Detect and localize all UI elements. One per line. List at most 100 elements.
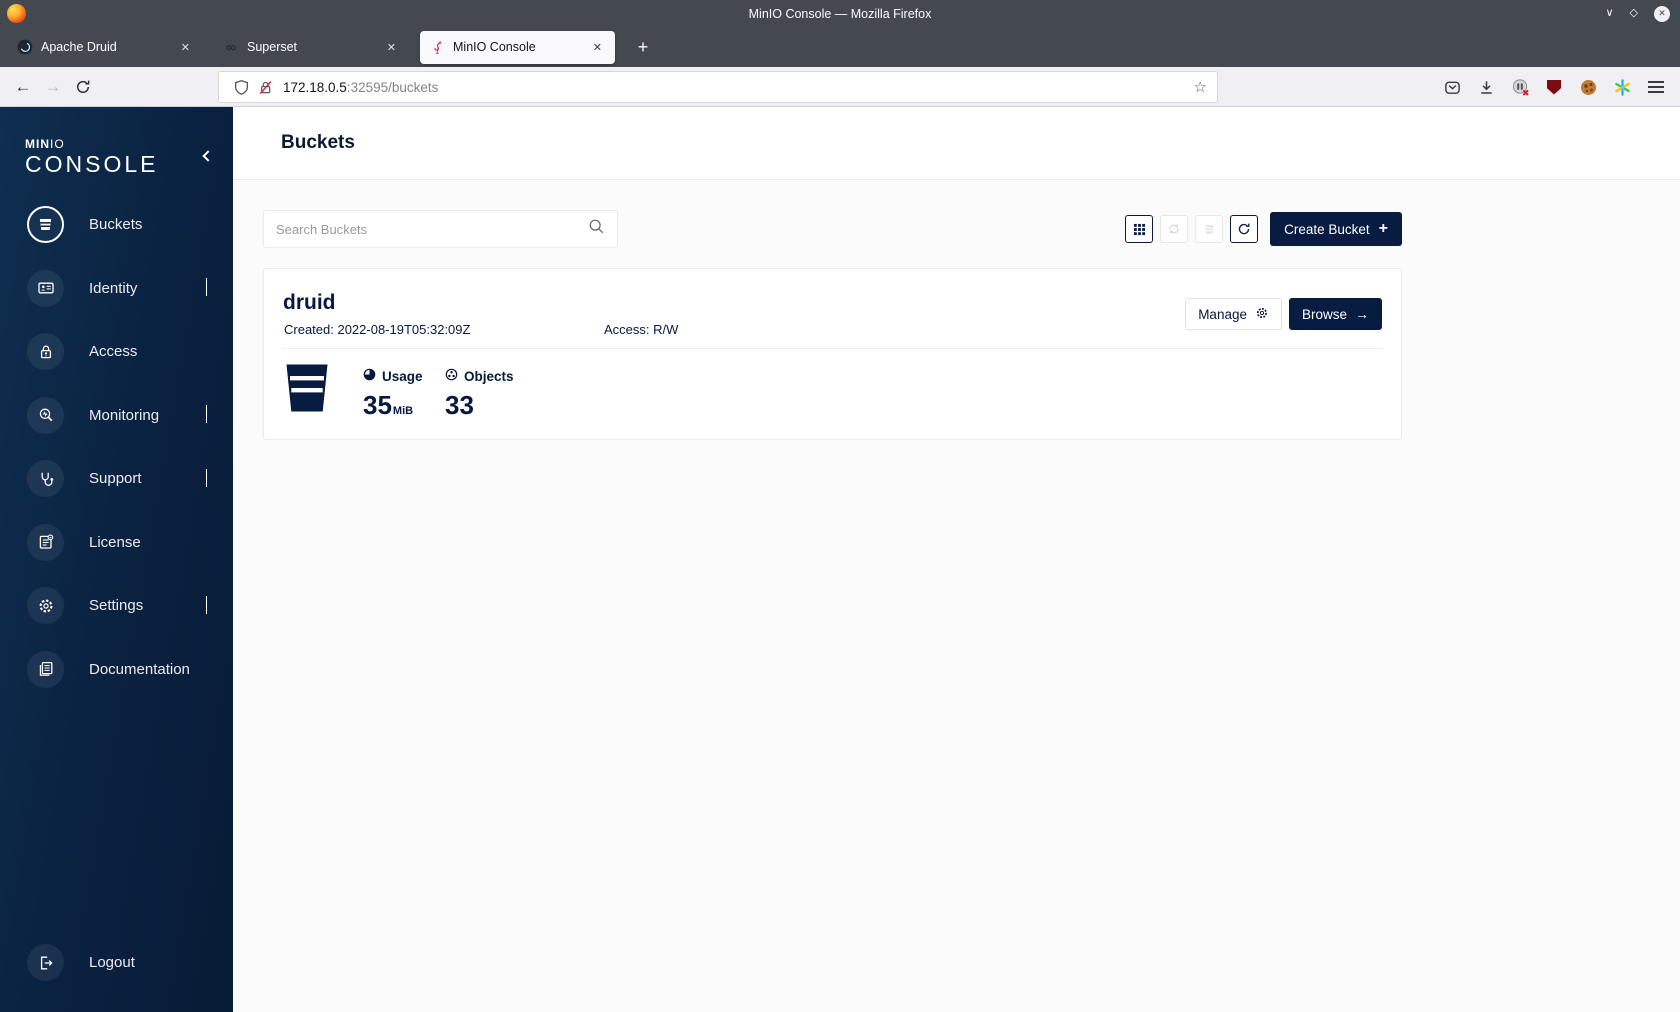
documentation-icon	[27, 650, 64, 688]
sidebar-item-label: Identity	[89, 279, 138, 297]
buckets-actions-row: Create Bucket +	[263, 210, 1402, 248]
sidebar-item-identity[interactable]: Identity	[0, 257, 233, 321]
screen-capture-blocked-icon[interactable]	[1506, 73, 1534, 101]
tab-close-icon[interactable]: ✕	[589, 39, 606, 56]
gear-icon	[27, 587, 64, 625]
tab-close-icon[interactable]: ✕	[177, 39, 194, 56]
sidebar-item-monitoring[interactable]: Monitoring	[0, 384, 233, 448]
bookmark-star-icon[interactable]: ☆	[1194, 78, 1207, 96]
superset-favicon: ∞	[225, 38, 237, 56]
sidebar-item-label: Support	[89, 470, 142, 488]
bucket-card-druid[interactable]: druid Created: 2022-08-19T05:32:09Z Acce…	[263, 268, 1402, 440]
tab-bar: Apache Druid ✕ ∞ Superset ✕ MinIO Consol…	[0, 27, 1680, 67]
card-divider	[282, 348, 1383, 349]
arrow-right-icon: →	[1355, 306, 1369, 322]
bucket-icon	[27, 206, 64, 244]
firefox-window: MinIO Console — Mozilla Firefox ∨ ◇ ✕ Ap…	[0, 0, 1680, 1012]
page-title: Buckets	[281, 132, 355, 153]
chevron-up-icon[interactable]	[206, 468, 207, 488]
cookie-extension-icon[interactable]	[1574, 73, 1602, 101]
bucket-created: Created: 2022-08-19T05:32:09Z	[284, 322, 471, 337]
logout-label: Logout	[89, 954, 135, 971]
bucket-name[interactable]: druid	[283, 291, 336, 315]
tracking-protection-shield-icon[interactable]	[229, 75, 253, 99]
manage-label: Manage	[1198, 306, 1247, 322]
url-path: :32595/buckets	[346, 79, 439, 95]
objects-value: 33	[445, 390, 474, 420]
sidebar-item-access[interactable]: Access	[0, 320, 233, 384]
sidebar-item-buckets[interactable]: Buckets	[0, 193, 233, 257]
usage-metric: Usage 35 MiB	[363, 368, 423, 420]
url-bar[interactable]: 172.18.0.5:32595/buckets ☆	[218, 71, 1218, 103]
window-title: MinIO Console — Mozilla Firefox	[748, 6, 932, 21]
minimize-icon[interactable]: ∨	[1605, 8, 1613, 19]
lock-icon	[27, 333, 64, 371]
firefox-logo-icon	[7, 4, 26, 23]
url-text: 172.18.0.5:32595/buckets	[283, 80, 438, 95]
close-window-icon[interactable]: ✕	[1654, 5, 1670, 22]
sidebar-item-label: Settings	[89, 597, 144, 615]
set-replication-button[interactable]	[1160, 215, 1189, 243]
objects-icon	[445, 368, 458, 384]
maximize-icon[interactable]: ◇	[1630, 8, 1638, 19]
objects-metric: Objects 33	[445, 368, 514, 420]
bucket-large-icon	[284, 363, 330, 418]
logout-icon	[27, 944, 64, 981]
usage-unit: MiB	[392, 405, 414, 417]
minio-sidebar: MINIO CONSOLE Buckets Identity Access Mo…	[0, 107, 233, 1012]
browse-button[interactable]: Browse →	[1288, 298, 1382, 330]
tab-minio-console[interactable]: MinIO Console ✕	[420, 30, 615, 64]
window-controls: ∨ ◇ ✕	[1605, 0, 1670, 27]
bucket-card-buttons: Manage Browse →	[1185, 298, 1382, 330]
pocket-icon[interactable]	[1438, 73, 1466, 101]
sidebar-item-label: Access	[89, 343, 138, 361]
downloads-icon[interactable]	[1472, 73, 1500, 101]
chevron-up-icon[interactable]	[206, 405, 207, 424]
monitoring-magnifier-icon	[27, 396, 64, 434]
objects-label: Objects	[464, 368, 514, 384]
window-titlebar: MinIO Console — Mozilla Firefox ∨ ◇ ✕	[0, 0, 1680, 27]
chevron-up-icon[interactable]	[206, 595, 207, 615]
tab-label: Superset	[247, 40, 298, 54]
sidebar-item-settings[interactable]: Settings	[0, 574, 233, 638]
usage-label: Usage	[382, 368, 423, 384]
sidebar-item-label: Buckets	[89, 216, 143, 234]
url-host: 172.18.0.5	[283, 79, 347, 95]
sidebar-item-label: Documentation	[89, 660, 190, 678]
ublock-origin-icon[interactable]	[1540, 73, 1568, 101]
chevron-up-icon[interactable]	[206, 278, 207, 297]
main-panel: Buckets Search Buckets Create Bucket + d…	[233, 107, 1680, 1012]
minio-logo: MINIO CONSOLE	[0, 107, 233, 187]
chevron-left-icon	[202, 150, 214, 162]
sidebar-item-documentation[interactable]: Documentation	[0, 638, 233, 702]
delete-buckets-button[interactable]	[1195, 215, 1224, 243]
create-bucket-label: Create Bucket	[1284, 221, 1370, 237]
insecure-lock-icon[interactable]	[253, 75, 277, 99]
sidebar-item-license[interactable]: License	[0, 511, 233, 575]
menu-icon[interactable]	[1642, 73, 1670, 101]
sidebar-collapse-button[interactable]	[199, 147, 217, 165]
sidebar-item-label: Monitoring	[89, 406, 160, 424]
usage-value: 35	[363, 390, 392, 420]
tab-apache-druid[interactable]: Apache Druid ✕	[8, 31, 203, 64]
search-input[interactable]	[276, 221, 588, 237]
reload-button[interactable]	[68, 72, 98, 102]
refresh-button[interactable]	[1230, 215, 1259, 243]
sidebar-item-support[interactable]: Support	[0, 447, 233, 511]
list-view-toggle-button[interactable]	[1125, 215, 1154, 243]
new-tab-button[interactable]: +	[628, 32, 658, 62]
browse-label: Browse	[1301, 306, 1347, 322]
tab-superset[interactable]: ∞ Superset ✕	[214, 31, 409, 64]
tab-close-icon[interactable]: ✕	[383, 39, 400, 56]
manage-button[interactable]: Manage	[1185, 298, 1282, 330]
toolbar-extensions	[1438, 67, 1670, 107]
back-button[interactable]: ←	[8, 72, 38, 102]
sidebar-item-logout[interactable]: Logout	[0, 931, 233, 994]
spark-extension-icon[interactable]	[1608, 73, 1636, 101]
sidebar-item-label: License	[89, 533, 141, 551]
forward-button[interactable]: →	[38, 72, 68, 102]
apache-druid-favicon	[17, 39, 33, 55]
create-bucket-button[interactable]: Create Bucket +	[1270, 212, 1402, 246]
page-header: Buckets	[233, 107, 1680, 180]
search-box	[263, 210, 618, 248]
